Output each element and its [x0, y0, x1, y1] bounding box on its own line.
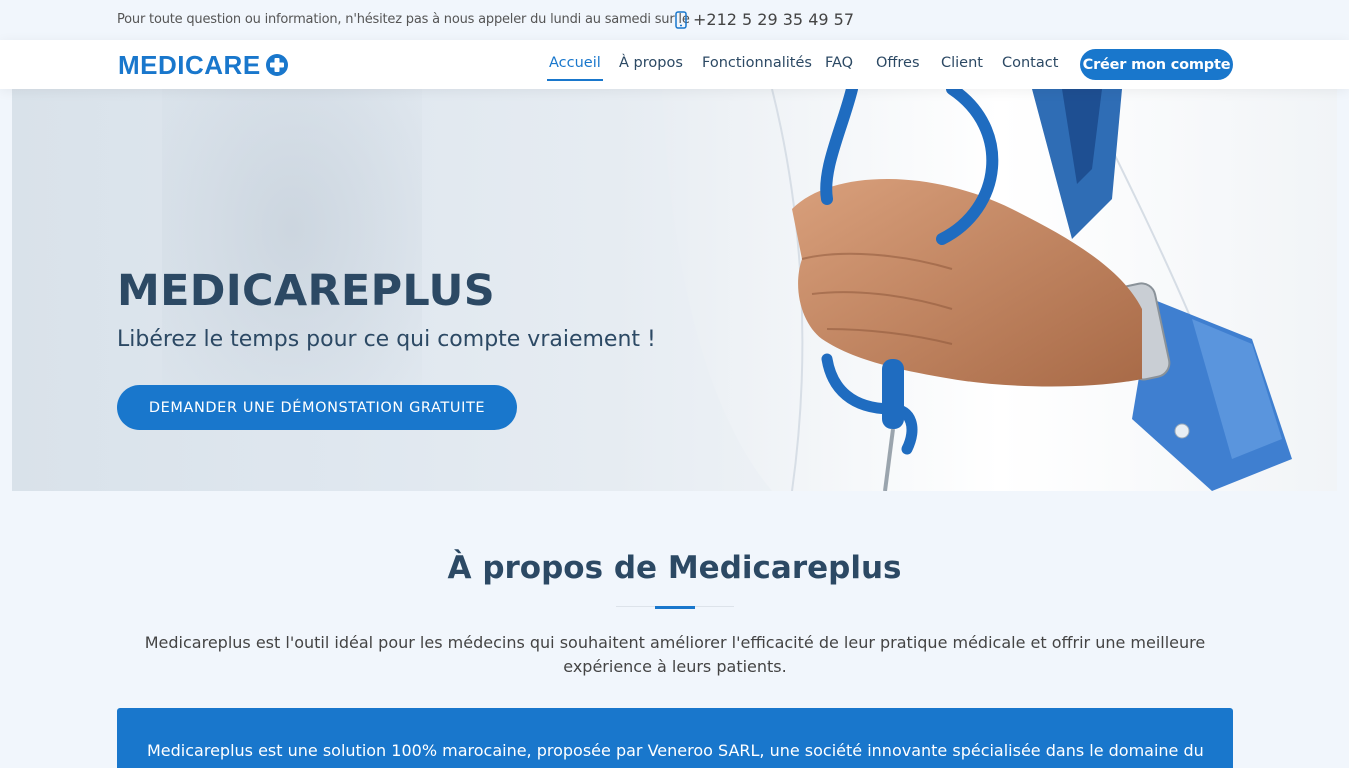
nav-faq[interactable]: FAQ: [825, 55, 853, 71]
doctor-hero-image: [662, 89, 1337, 491]
main-header: MEDICARE Accueil À propos Fonctionnalité…: [0, 40, 1349, 89]
top-info-bar: Pour toute question ou information, n'hé…: [0, 0, 1349, 40]
nav-client[interactable]: Client: [941, 55, 983, 71]
about-box-text: Medicareplus est une solution 100% maroc…: [147, 741, 1204, 768]
mobile-phone-icon: [675, 11, 687, 29]
contact-message: Pour toute question ou information, n'hé…: [117, 12, 690, 27]
about-highlight-box: Medicareplus est une solution 100% maroc…: [117, 708, 1233, 768]
hero-section: MEDICAREPLUS Libérez le temps pour ce qu…: [12, 89, 1337, 491]
nav-offres[interactable]: Offres: [876, 55, 920, 71]
nav-contact[interactable]: Contact: [1002, 55, 1058, 71]
about-title: À propos de Medicareplus: [447, 550, 902, 586]
logo-text: MEDICARE: [118, 49, 261, 80]
request-demo-button[interactable]: DEMANDER UNE DÉMONSTATION GRATUITE: [117, 385, 517, 430]
nav-a-propos[interactable]: À propos: [619, 55, 683, 71]
about-description: Medicareplus est l'outil idéal pour les …: [144, 633, 1206, 676]
hero-tagline: Libérez le temps pour ce qui compte vrai…: [117, 327, 656, 352]
phone-number[interactable]: +212 5 29 35 49 57: [693, 10, 854, 29]
nav-accueil[interactable]: Accueil: [547, 55, 603, 81]
plus-cross-icon: [265, 54, 288, 76]
hero-title: MEDICAREPLUS: [117, 266, 496, 316]
nav-fonctionnalites[interactable]: Fonctionnalités: [702, 55, 812, 71]
create-account-button[interactable]: Créer mon compte: [1080, 49, 1233, 80]
site-logo[interactable]: MEDICARE: [118, 49, 289, 80]
title-divider-accent: [655, 606, 695, 609]
